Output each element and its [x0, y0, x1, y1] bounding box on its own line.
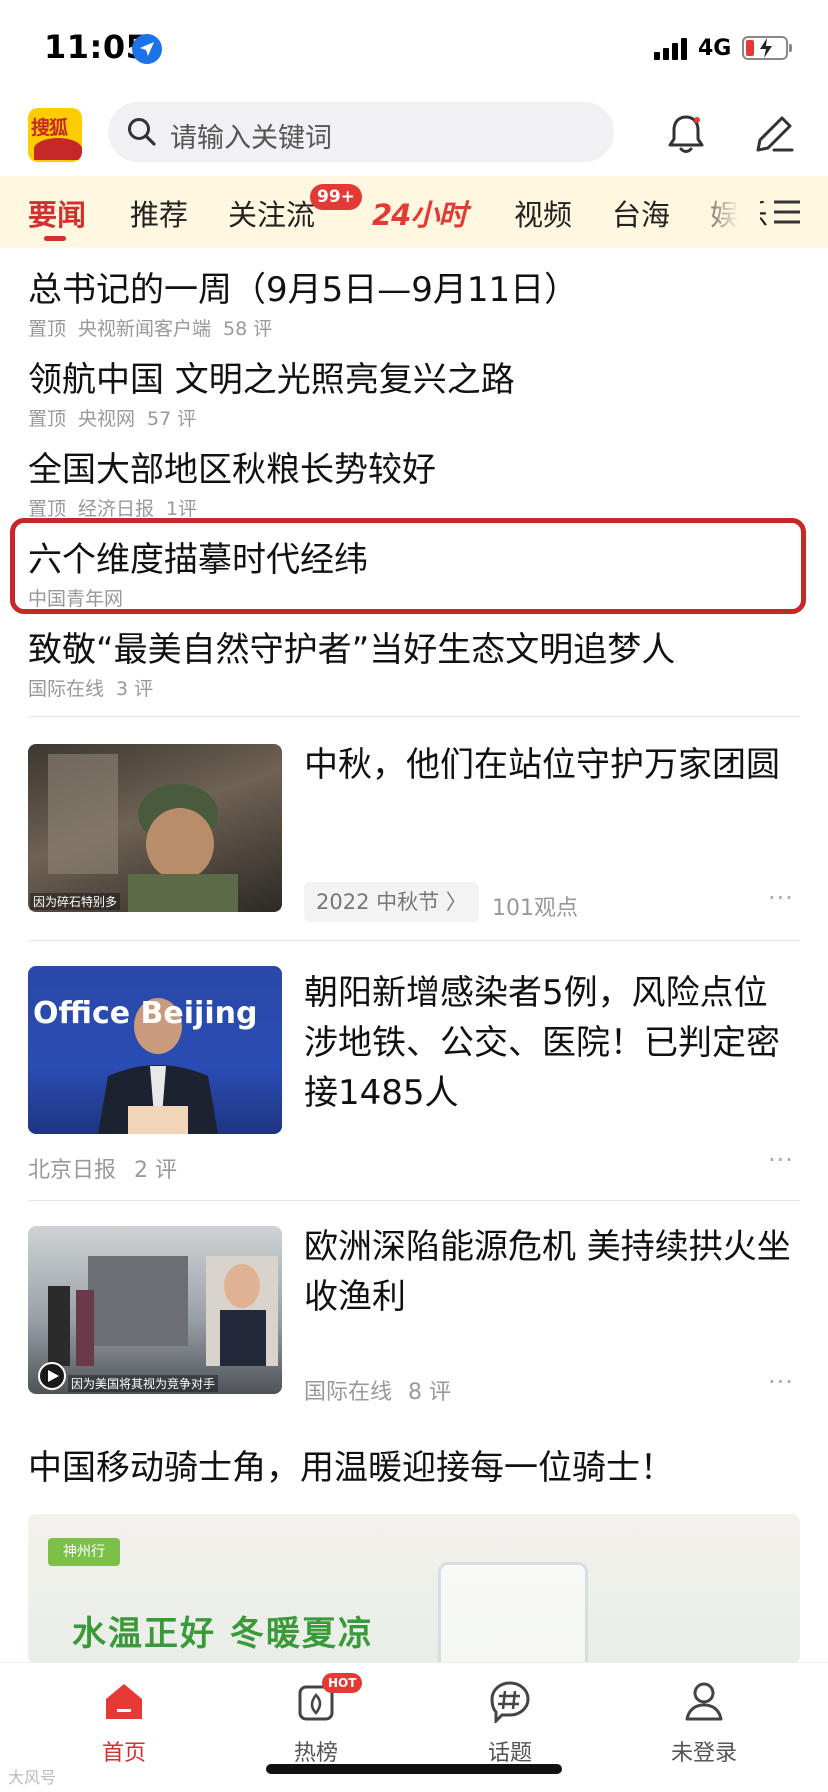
divider: [28, 940, 800, 941]
battery-icon: [742, 36, 792, 60]
street-photo: [38, 1256, 278, 1390]
news-source: 北京日报: [28, 1158, 117, 1183]
status-bar: 11:05 4G: [0, 0, 828, 100]
notification-badge: 99+: [310, 184, 362, 210]
app-header: 搜狐 请输入关键词: [0, 100, 828, 176]
user-icon: [685, 1682, 723, 1721]
tab-24-hours[interactable]: 24小时: [372, 192, 467, 234]
search-placeholder: 请输入关键词: [170, 123, 332, 154]
location-arrow-icon: [132, 34, 162, 64]
news-title[interactable]: 欧洲深陷能源危机 美持续拱火坐收渔利: [304, 1222, 800, 1322]
menu-icon[interactable]: [772, 198, 802, 226]
watermark: 大风号: [8, 1768, 57, 1787]
news-thumbnail[interactable]: 因为碎石特别多: [28, 744, 282, 912]
channel-tabs: 要闻 推荐 关注流 99+ 24小时 视频 台海 娱乐: [0, 176, 828, 248]
tab-tuijian[interactable]: 推荐: [130, 192, 188, 234]
news-source: 国际在线: [28, 678, 105, 700]
divider: [28, 1200, 800, 1201]
news-source: 央视网: [78, 408, 136, 430]
news-thumbnail[interactable]: 因为美国将其视为竞争对手: [28, 1226, 282, 1394]
ad-title[interactable]: 中国移动骑士角，用温暖迎接每一位骑士！: [28, 1440, 674, 1489]
comment-count: 58 评: [223, 318, 273, 340]
news-title[interactable]: 朝阳新增感染者5例，风险点位涉地铁、公交、医院！已判定密接1485人: [304, 968, 800, 1118]
comment-count: 2 评: [134, 1158, 177, 1183]
nav-label: 未登录: [670, 1741, 737, 1766]
search-bar[interactable]: 请输入关键词: [108, 102, 614, 162]
ad-banner[interactable]: 神州行 水温正好 冬暖夏凉: [28, 1514, 800, 1664]
news-title[interactable]: 中秋，他们在站位守护万家团圆: [304, 740, 800, 790]
thumbnail-caption: 因为美国将其视为竞争对手: [68, 1375, 219, 1392]
news-title[interactable]: 全国大部地区秋粮长势较好: [28, 442, 436, 491]
news-source: 经济日报: [78, 498, 155, 520]
signal-icon: [654, 38, 688, 60]
news-title[interactable]: 六个维度描摹时代经纬: [28, 532, 368, 581]
nav-topics[interactable]: 话题: [450, 1677, 570, 1767]
ad-slogan: 水温正好 冬暖夏凉: [72, 1614, 374, 1654]
comment-count: 3 评: [116, 678, 154, 700]
news-meta: 置顶 经济日报 1评: [28, 494, 209, 521]
network-type: 4G: [698, 36, 732, 61]
comment-count: 8 评: [408, 1380, 451, 1405]
news-title[interactable]: 总书记的一周（9月5日—9月11日）: [28, 262, 578, 311]
news-title[interactable]: 领航中国 文明之光照亮复兴之路: [28, 352, 515, 401]
tab-shipin[interactable]: 视频: [514, 192, 572, 234]
home-indicator[interactable]: [266, 1764, 562, 1774]
nav-label: 热榜: [293, 1741, 338, 1766]
sohu-logo[interactable]: 搜狐: [28, 108, 82, 162]
comment-count: 57 评: [147, 408, 197, 430]
tab-fade: [690, 176, 760, 248]
thumbnail-caption: Office Beijing: [33, 996, 258, 1031]
active-tab-indicator: [44, 236, 66, 241]
logo-text: 搜狐: [31, 117, 68, 139]
edit-icon[interactable]: [752, 112, 796, 156]
nav-home[interactable]: 首页: [64, 1677, 184, 1767]
nav-label: 首页: [101, 1741, 146, 1766]
news-meta: 国际在线 3 评: [28, 674, 165, 701]
pinned-tag: 置顶: [28, 408, 67, 430]
soldier-photo: [48, 754, 238, 912]
tab-yaowen[interactable]: 要闻: [28, 192, 86, 234]
nav-profile[interactable]: 未登录: [644, 1677, 764, 1767]
comment-count: 1评: [166, 498, 198, 520]
news-meta: 中国青年网: [28, 584, 135, 611]
nav-trending[interactable]: HOT 热榜: [256, 1673, 376, 1767]
topic-tag[interactable]: 2022 中秋节 〉: [304, 882, 479, 922]
news-meta: 置顶 央视网 57 评: [28, 404, 208, 431]
news-thumbnail[interactable]: Office Beijing: [28, 966, 282, 1134]
more-options-icon[interactable]: ···: [768, 884, 794, 912]
home-icon: [106, 1684, 142, 1719]
ad-brand-logo: 神州行: [48, 1538, 120, 1566]
topic-hash-icon: [490, 1681, 530, 1723]
news-meta: 置顶 央视新闻客户端 58 评: [28, 314, 284, 341]
more-options-icon[interactable]: ···: [768, 1146, 794, 1174]
news-source: 中国青年网: [28, 588, 124, 610]
tab-guanzhuliu[interactable]: 关注流: [228, 192, 315, 234]
bell-icon[interactable]: [664, 112, 708, 156]
news-source: 央视新闻客户端: [78, 318, 212, 340]
press-conference-photo: [98, 998, 218, 1134]
tab-taihai[interactable]: 台海: [612, 192, 670, 234]
news-source: 国际在线: [304, 1380, 393, 1405]
divider: [28, 716, 800, 717]
nav-label: 话题: [487, 1741, 532, 1766]
more-options-icon[interactable]: ···: [768, 1368, 794, 1396]
view-count: 101观点: [492, 896, 578, 921]
pinned-tag: 置顶: [28, 498, 67, 520]
thumbnail-caption: 因为碎石特别多: [30, 893, 121, 910]
search-icon: [128, 118, 156, 146]
pinned-tag: 置顶: [28, 318, 67, 340]
glass-illustration: [438, 1562, 588, 1664]
logo-swoosh: [34, 138, 82, 160]
hot-badge: HOT: [322, 1673, 363, 1693]
news-title[interactable]: 致敬“最美自然守护者”当好生态文明追梦人: [28, 622, 675, 671]
